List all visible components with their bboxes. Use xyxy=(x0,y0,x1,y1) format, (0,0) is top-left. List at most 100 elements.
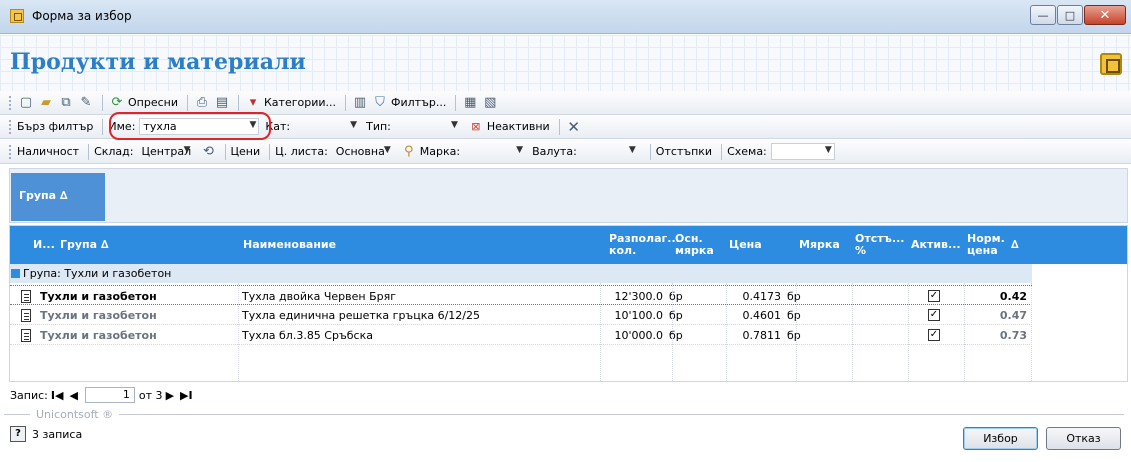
col-icon[interactable]: И... xyxy=(30,226,56,264)
main-toolbar: ▢ ▰ ⧉ ✎ ⟳ Опресни ⎙ ▤ ▾ Категории... ▥ ⛉… xyxy=(0,91,1131,115)
active-checkbox[interactable]: ✓ xyxy=(928,329,940,341)
report-icon[interactable]: ▧ xyxy=(481,94,499,112)
toolbar-grip[interactable] xyxy=(8,118,12,135)
help-icon[interactable]: ? xyxy=(10,426,26,442)
chevron-down-icon[interactable]: ▼ xyxy=(516,145,523,155)
chevron-down-icon[interactable]: ▼ xyxy=(184,145,191,155)
col-group[interactable]: Група ∆ xyxy=(57,226,237,264)
row-doc-icon xyxy=(14,325,34,345)
cell-norm-price: 0.42 xyxy=(999,289,1027,303)
col-norm-price[interactable]: Норм. цена xyxy=(964,226,1006,264)
col-price[interactable]: Цена xyxy=(726,226,796,264)
cell-active[interactable]: ✓ xyxy=(925,305,945,325)
cell-available: 10'000.0 xyxy=(614,328,663,342)
pricelist-select[interactable]: Основна ▼ xyxy=(332,143,394,160)
warehouse-refresh-icon[interactable]: ⟲ xyxy=(200,143,218,161)
group-row[interactable]: Група: Тухли и газобетон xyxy=(10,264,1032,283)
type-filter-select[interactable]: ▼ xyxy=(395,118,461,135)
inactive-toggle[interactable]: ⊠ Неактивни xyxy=(467,118,549,136)
close-button[interactable]: ✕ xyxy=(1084,5,1126,25)
cell-name: Тухла бл.3.85 Сръбска xyxy=(242,328,373,342)
currency-select[interactable]: ▼ xyxy=(581,143,639,160)
prices-button[interactable]: Цени xyxy=(231,145,261,158)
new-icon[interactable]: ▢ xyxy=(17,94,35,112)
column-divider xyxy=(908,283,909,381)
details-icon[interactable]: ▦ xyxy=(461,94,479,112)
clear-filter-icon[interactable]: ✕ xyxy=(565,118,583,136)
filter-icon: ⛉ xyxy=(375,95,385,110)
toolbar-separator xyxy=(455,94,457,111)
chevron-down-icon[interactable]: ▼ xyxy=(825,145,832,155)
pricelist-label: Ц. листа: xyxy=(275,145,328,158)
table-row[interactable]: Тухли и газобетон Тухла бл.3.85 Сръбска … xyxy=(10,325,1032,345)
cell-measure: бр xyxy=(787,328,801,342)
document-icon xyxy=(21,308,31,322)
col-measure[interactable]: Мярка xyxy=(796,226,840,264)
prev-record-button[interactable]: ◀ xyxy=(69,389,77,402)
open-folder-icon[interactable]: ▰ xyxy=(37,94,55,112)
discounts-button[interactable]: Отстъпки xyxy=(656,145,712,158)
filter-button[interactable]: ⛉ Филтър... xyxy=(371,94,446,112)
chevron-down-icon[interactable]: ▼ xyxy=(250,120,257,130)
scheme-select[interactable]: ▼ xyxy=(770,143,835,160)
toolbar-grip[interactable] xyxy=(8,143,12,160)
chevron-down-icon[interactable]: ▼ xyxy=(384,145,391,155)
warehouse-select[interactable]: Централ ▼ xyxy=(138,143,194,160)
copy-icon[interactable]: ⧉ xyxy=(57,94,75,112)
group-row-label: Група: Тухли и газобетон xyxy=(23,267,172,280)
cell-norm-price: 0.73 xyxy=(999,328,1027,342)
print-icon[interactable]: ⎙ xyxy=(193,94,211,112)
cancel-button[interactable]: Отказ xyxy=(1046,427,1121,450)
discounts-label: Отстъпки xyxy=(655,145,713,158)
status-bar: ? 3 записа xyxy=(10,426,82,442)
columns-icon[interactable]: ▥ xyxy=(351,94,369,112)
next-record-button[interactable]: ▶ xyxy=(166,389,174,402)
group-by-chip[interactable]: Група ∆ xyxy=(11,173,105,221)
column-divider xyxy=(852,283,853,381)
column-divider xyxy=(672,283,673,381)
cell-available: 10'100.0 xyxy=(614,308,663,322)
type-label: Тип: xyxy=(366,120,391,133)
col-available[interactable]: Разполаг... кол. xyxy=(606,226,680,264)
active-checkbox[interactable]: ✓ xyxy=(928,290,940,302)
select-button[interactable]: Избор xyxy=(963,427,1038,450)
group-by-panel: Група ∆ xyxy=(9,168,1128,223)
record-number-input[interactable]: 1 xyxy=(84,387,135,403)
col-discount[interactable]: Отстъ... % xyxy=(852,226,906,264)
brand-divider: Unicontsoft ® xyxy=(4,407,1124,421)
maximize-button[interactable]: □ xyxy=(1057,5,1083,25)
category-filter-select[interactable]: ▼ xyxy=(294,118,360,135)
products-grid: И... Група ∆ Наименование Разполаг... ко… xyxy=(9,225,1128,382)
categories-button[interactable]: ▾ Категории... xyxy=(244,94,336,112)
col-name[interactable]: Наименование xyxy=(240,226,595,264)
name-filter-input[interactable]: тухла ▼ xyxy=(139,118,260,135)
chevron-down-icon[interactable]: ▼ xyxy=(451,120,458,130)
chevron-down-icon[interactable]: ▼ xyxy=(629,145,636,155)
toolbar-grip[interactable] xyxy=(8,94,12,111)
availability-button[interactable]: Наличност xyxy=(17,145,79,158)
record-navigator: Запис: I◀ ◀ 1 от 3 ▶ ▶I xyxy=(10,385,196,405)
sort-indicator: ∆ xyxy=(1011,238,1019,251)
col-active[interactable]: Актив... xyxy=(908,226,962,264)
collapse-icon[interactable] xyxy=(11,269,20,278)
col-unit[interactable]: Осн. мярка xyxy=(672,226,714,264)
brand-select[interactable]: ▼ xyxy=(464,143,526,160)
cell-measure: бр xyxy=(787,308,801,322)
category-label: Кат: xyxy=(265,120,291,133)
cell-active[interactable]: ✓ xyxy=(925,286,945,306)
refresh-button[interactable]: ⟳ Опресни xyxy=(108,94,178,112)
inactive-icon: ⊠ xyxy=(471,120,481,133)
minimize-button[interactable]: — xyxy=(1030,5,1056,25)
cell-active[interactable]: ✓ xyxy=(925,325,945,345)
cell-available: 12'300.0 xyxy=(614,289,663,303)
chevron-down-icon[interactable]: ▼ xyxy=(350,120,357,130)
print-preview-icon[interactable]: ▤ xyxy=(213,94,231,112)
refresh-label: Опресни xyxy=(128,96,178,109)
edit-icon[interactable]: ✎ xyxy=(77,94,95,112)
table-row[interactable]: Тухли и газобетон Тухла единична решетка… xyxy=(10,305,1032,325)
last-record-button[interactable]: ▶I xyxy=(180,389,193,402)
first-record-button[interactable]: I◀ xyxy=(51,389,64,402)
cell-group: Тухли и газобетон xyxy=(40,308,157,322)
active-checkbox[interactable]: ✓ xyxy=(928,309,940,321)
table-row[interactable]: Тухли и газобетон Тухла двойка Червен Бр… xyxy=(10,285,1032,305)
